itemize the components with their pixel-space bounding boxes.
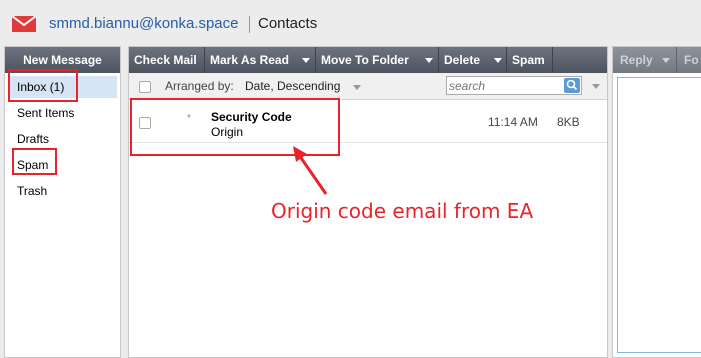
folder-trash[interactable]: Trash — [9, 180, 117, 202]
annotation-text: Origin code email from EA — [271, 199, 534, 223]
search-input[interactable] — [449, 78, 563, 93]
annotation-box-spam — [12, 148, 57, 175]
message-size: 8KB — [557, 115, 580, 129]
chevron-down-icon[interactable] — [662, 58, 670, 63]
delete-label: Delete — [444, 53, 481, 67]
move-to-folder-label: Move To Folder — [321, 53, 409, 67]
check-mail-button[interactable]: Check Mail — [129, 47, 205, 73]
top-bar: smmd.biannu@konka.space Contacts — [0, 0, 701, 46]
spam-label: Spam — [512, 53, 545, 67]
chevron-down-icon[interactable] — [494, 58, 502, 63]
check-mail-label: Check Mail — [134, 53, 197, 67]
search-options-chevron-icon[interactable] — [592, 84, 600, 89]
sort-bar: Arranged by: Date, Descending — [129, 73, 607, 100]
message-toolbar: Check Mail Mark As Read Move To Folder D… — [129, 47, 607, 73]
reading-pane: Reply Fo — [612, 46, 701, 358]
delete-button[interactable]: Delete — [439, 47, 507, 73]
arranged-by-label: Arranged by: — [165, 79, 234, 93]
sort-order-dropdown[interactable]: Date, Descending — [245, 79, 340, 93]
forward-label: Fo — [684, 53, 699, 67]
search-box — [446, 76, 582, 95]
mark-as-read-label: Mark As Read — [210, 53, 289, 67]
select-all-checkbox[interactable] — [139, 81, 151, 93]
message-preview — [617, 77, 701, 353]
message-time: 11:14 AM — [488, 115, 538, 129]
account-email[interactable]: smmd.biannu@konka.space — [49, 15, 239, 32]
annotation-arrow-icon — [293, 146, 328, 195]
contacts-link[interactable]: Contacts — [258, 15, 317, 32]
magnifier-icon[interactable] — [564, 78, 580, 93]
folder-sent-items[interactable]: Sent Items — [9, 102, 117, 124]
chevron-down-icon[interactable] — [425, 58, 433, 63]
reply-button[interactable]: Reply — [613, 47, 677, 73]
spam-button[interactable]: Spam — [507, 47, 553, 73]
reading-toolbar: Reply Fo — [613, 47, 701, 73]
forward-button[interactable]: Fo — [678, 47, 701, 73]
folder-drafts[interactable]: Drafts — [9, 128, 117, 150]
chevron-down-icon[interactable] — [302, 58, 310, 63]
annotation-box-inbox — [8, 69, 78, 102]
chevron-down-icon[interactable] — [353, 85, 361, 90]
envelope-icon — [12, 16, 36, 32]
mark-as-read-button[interactable]: Mark As Read — [205, 47, 316, 73]
reply-label: Reply — [620, 53, 653, 67]
move-to-folder-button[interactable]: Move To Folder — [316, 47, 439, 73]
header-divider — [249, 16, 250, 33]
